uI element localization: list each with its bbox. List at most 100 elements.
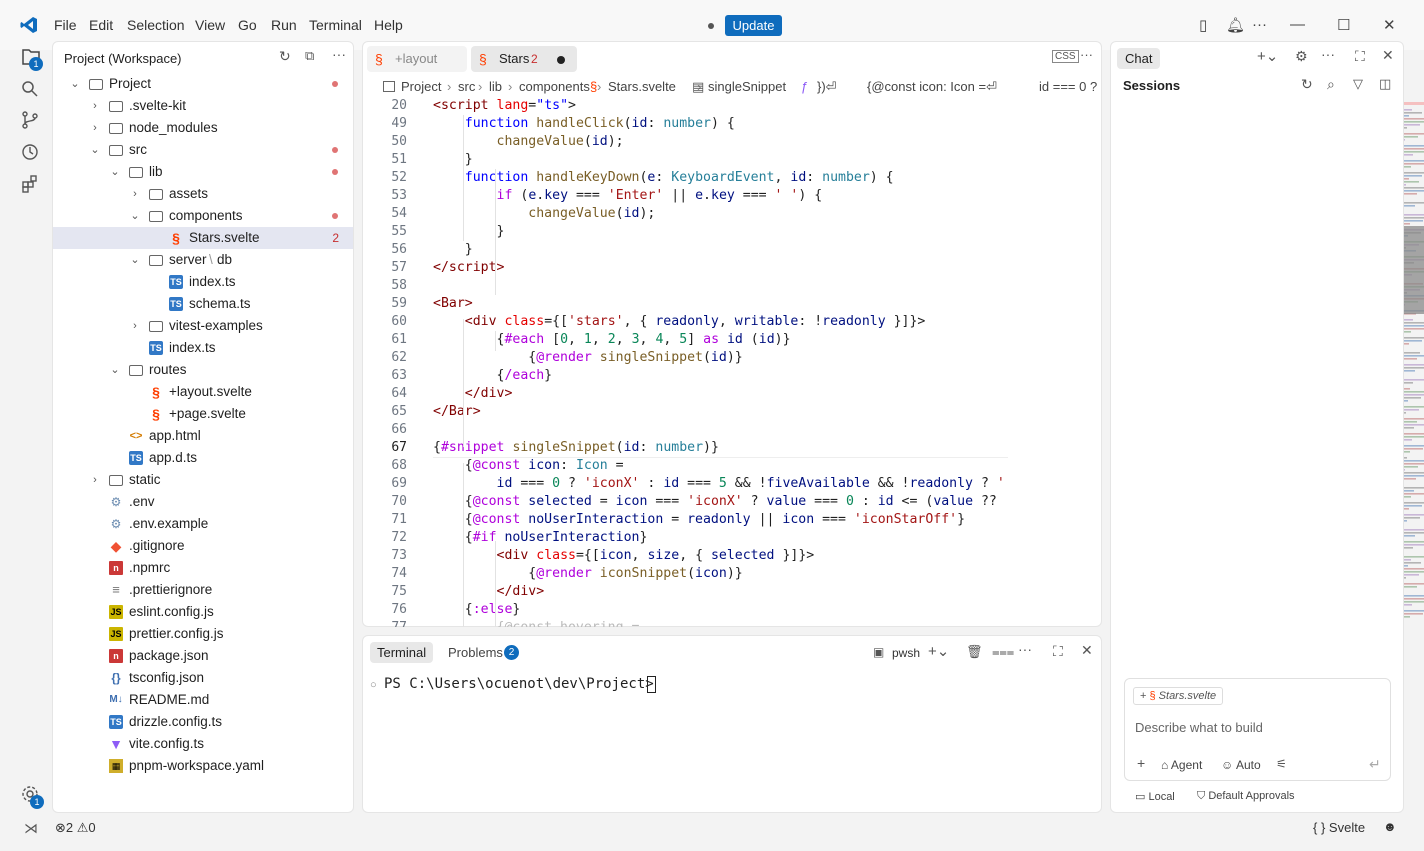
- chevron-down-icon[interactable]: ⌄: [69, 73, 81, 95]
- local-button[interactable]: ▭ Local: [1135, 790, 1175, 803]
- collapse-all-icon[interactable]: ⧉: [305, 48, 314, 64]
- tree-item[interactable]: JS prettier.config.js: [53, 623, 353, 645]
- tree-item[interactable]: <> app.html: [53, 425, 353, 447]
- tree-item[interactable]: ▦ pnpm-workspace.yaml: [53, 755, 353, 777]
- timeline-history-icon[interactable]: [20, 142, 44, 166]
- chevron-down-icon[interactable]: ⌄: [129, 249, 141, 271]
- chevron-right-icon[interactable]: ›: [89, 95, 101, 117]
- breadcrumb-item[interactable]: lib: [489, 79, 502, 94]
- code-line[interactable]: }: [433, 152, 473, 167]
- tree-item[interactable]: ⌄ Project: [53, 73, 353, 95]
- menu-edit[interactable]: Edit: [89, 17, 113, 33]
- code-line[interactable]: {@render singleSnippet(id)}: [433, 350, 742, 365]
- chevron-down-icon[interactable]: ⌄: [129, 205, 141, 227]
- problems-status[interactable]: ⊗2 ⚠0: [55, 820, 96, 836]
- code-line[interactable]: {#if noUserInteraction}: [433, 530, 648, 545]
- shell-name[interactable]: pwsh: [892, 646, 920, 660]
- tree-item[interactable]: TS schema.ts: [53, 293, 353, 315]
- approvals-button[interactable]: ⛉ Default Approvals: [1197, 790, 1295, 803]
- attach-icon[interactable]: +: [1137, 755, 1145, 771]
- tree-item[interactable]: › node_modules: [53, 117, 353, 139]
- terminal-more-icon[interactable]: ···: [1018, 641, 1032, 657]
- code-line[interactable]: {#each [0, 1, 2, 3, 4, 5] as id (id)}: [433, 332, 791, 347]
- chat-more-icon[interactable]: ···: [1321, 46, 1335, 62]
- breadcrumb-item[interactable]: src: [458, 79, 475, 94]
- tab-chat[interactable]: Chat: [1117, 48, 1161, 69]
- new-chat-icon[interactable]: +⌄: [1257, 47, 1278, 65]
- agent-mode-button[interactable]: ⌂ Agent: [1161, 758, 1202, 772]
- chevron-down-icon[interactable]: ⌄: [109, 161, 121, 183]
- code-line[interactable]: {/each}: [433, 368, 553, 383]
- tree-item[interactable]: › assets: [53, 183, 353, 205]
- code-line[interactable]: {@const noUserInteraction = readonly || …: [433, 512, 965, 527]
- tree-item[interactable]: TS index.ts: [53, 337, 353, 359]
- tab-problems[interactable]: Problems: [448, 645, 503, 660]
- tree-item[interactable]: ⌄ components: [53, 205, 353, 227]
- code-line[interactable]: changeValue(id);: [433, 134, 624, 149]
- tree-item[interactable]: {} tsconfig.json: [53, 667, 353, 689]
- tree-item[interactable]: TS index.ts: [53, 271, 353, 293]
- menu-selection[interactable]: Selection: [127, 17, 185, 33]
- tab-terminal[interactable]: Terminal: [370, 642, 434, 663]
- chevron-right-icon[interactable]: ›: [129, 183, 141, 205]
- code-line[interactable]: id === 0 ? 'iconX' : id === 5 && !fiveAv…: [433, 476, 1003, 491]
- code-line[interactable]: }: [433, 224, 505, 239]
- code-line[interactable]: {@const icon: Icon =: [433, 458, 624, 473]
- chat-input[interactable]: Describe what to build: [1135, 720, 1263, 735]
- tree-item[interactable]: ≡ .prettierignore: [53, 579, 353, 601]
- filter-icon[interactable]: ▽: [1353, 76, 1363, 92]
- toggle-sidebar-icon[interactable]: ▯: [1199, 16, 1207, 34]
- close-window-button[interactable]: ✕: [1383, 16, 1396, 34]
- menu-terminal[interactable]: Terminal: [309, 17, 362, 33]
- menu-view[interactable]: View: [195, 17, 225, 33]
- breadcrumb-item[interactable]: Stars.svelte: [608, 79, 676, 94]
- tree-item[interactable]: ▼ vite.config.ts: [53, 733, 353, 755]
- explorer-more-icon[interactable]: ···: [332, 46, 346, 62]
- trash-icon[interactable]: 🗑︎: [966, 644, 983, 660]
- split-terminal-icon[interactable]: ⩶: [992, 644, 1014, 660]
- tree-item[interactable]: › .svelte-kit: [53, 95, 353, 117]
- minimize-button[interactable]: —: [1290, 16, 1305, 33]
- copilot-icon[interactable]: ☻: [1383, 819, 1397, 834]
- terminal-prompt[interactable]: PS C:\Users\ocuenot\dev\Project>: [384, 676, 662, 692]
- code-line[interactable]: changeValue(id);: [433, 206, 655, 221]
- tree-item[interactable]: TS app.d.ts: [53, 447, 353, 469]
- code-line[interactable]: if (e.key === 'Enter' || e.key === ' ') …: [433, 188, 823, 203]
- chevron-right-icon[interactable]: ›: [129, 315, 141, 337]
- tree-item[interactable]: M↓ README.md: [53, 689, 353, 711]
- breadcrumb-item[interactable]: components: [519, 79, 590, 94]
- explorer-icon[interactable]: 1: [20, 46, 44, 71]
- context-chip[interactable]: + § Stars.svelte: [1133, 687, 1224, 705]
- tree-item[interactable]: ⚙ .env.example: [53, 513, 353, 535]
- chevron-down-icon[interactable]: ⌄: [109, 359, 121, 381]
- tree-item[interactable]: › vitest-examples: [53, 315, 353, 337]
- code-line[interactable]: {#snippet singleSnippet(id: number)}: [433, 440, 719, 455]
- close-panel-icon[interactable]: ✕: [1081, 642, 1093, 659]
- search-icon[interactable]: [20, 79, 44, 103]
- maximize-button[interactable]: ☐: [1337, 16, 1350, 34]
- source-control-icon[interactable]: [20, 110, 44, 134]
- tab-layout[interactable]: § +layout: [367, 46, 467, 72]
- editor-more-icon[interactable]: ···: [1080, 47, 1093, 62]
- maximize-panel-icon[interactable]: ⛶: [1053, 643, 1063, 660]
- code-line[interactable]: function handleKeyDown(e: KeyboardEvent,…: [433, 170, 894, 185]
- code-line[interactable]: </script>: [433, 260, 504, 275]
- more-actions-icon[interactable]: ···: [1252, 16, 1267, 33]
- chat-input-box[interactable]: + § Stars.svelte Describe what to build …: [1124, 678, 1391, 781]
- tree-item[interactable]: › static: [53, 469, 353, 491]
- tree-item[interactable]: § +page.svelte: [53, 403, 353, 425]
- code-line[interactable]: <Bar>: [433, 296, 473, 311]
- tree-item[interactable]: n package.json: [53, 645, 353, 667]
- menu-go[interactable]: Go: [238, 17, 257, 33]
- tab-stars[interactable]: § Stars 2: [471, 46, 577, 72]
- maximize-chat-icon[interactable]: ⛶: [1355, 48, 1365, 65]
- tree-item[interactable]: ⌄ server db \: [53, 249, 353, 271]
- code-line[interactable]: <div class={[icon, size, { selected }]}>: [433, 548, 815, 563]
- refresh-sessions-icon[interactable]: ↻: [1301, 76, 1313, 93]
- code-line[interactable]: {@render iconSnippet(icon)}: [433, 566, 742, 581]
- search-sessions-icon[interactable]: ⌕: [1327, 76, 1335, 93]
- chevron-right-icon[interactable]: ›: [89, 469, 101, 491]
- chevron-right-icon[interactable]: ›: [89, 117, 101, 139]
- chat-settings-icon[interactable]: ⚙︎: [1295, 48, 1308, 65]
- tree-item[interactable]: n .npmrc: [53, 557, 353, 579]
